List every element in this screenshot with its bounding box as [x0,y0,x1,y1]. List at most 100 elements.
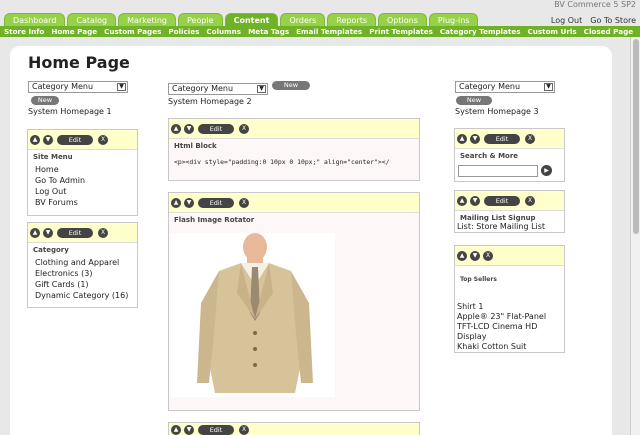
delete-icon[interactable]: X [239,425,249,435]
subnav-store-info[interactable]: Store Info [4,26,44,37]
subnav-email-templates[interactable]: Email Templates [296,26,362,37]
delete-icon[interactable]: X [98,228,108,238]
delete-icon[interactable]: X [525,196,535,206]
delete-icon[interactable]: X [239,124,249,134]
sub-navigation: Store Info Home Page Custom Pages Polici… [0,26,640,37]
html-code: <p><div style="padding:0 10px 0 10px;" a… [174,158,390,166]
block-title: Site Menu [33,153,73,161]
column-2-block-select[interactable]: Category Menu ▼ [168,83,268,95]
column-1-new-button[interactable]: New [31,96,59,105]
mailing-list-block: ▲ ▼ Edit X Mailing List Signup List: Sto… [454,190,565,233]
move-down-icon[interactable]: ▼ [470,196,480,206]
category-link[interactable]: Dynamic Category (16) [28,290,137,301]
top-seller-item[interactable]: Shirt 1 [457,302,562,312]
edit-button[interactable]: Edit [57,228,93,238]
select-value: Category Menu [172,84,234,93]
tab-options[interactable]: Options [378,13,427,26]
tab-reports[interactable]: Reports [327,13,377,26]
move-up-icon[interactable]: ▲ [30,228,40,238]
move-up-icon[interactable]: ▲ [171,198,181,208]
column-2-new-button[interactable]: New [272,81,310,90]
subnav-meta-tags[interactable]: Meta Tags [248,26,289,37]
column-1-label: System Homepage 1 [28,107,112,116]
move-down-icon[interactable]: ▼ [43,228,53,238]
top-seller-item[interactable]: Apple® 23" Flat-Panel [457,312,562,322]
search-input[interactable] [458,165,538,177]
column-3-label: System Homepage 3 [455,107,539,116]
menu-link-forums[interactable]: BV Forums [28,197,137,208]
tab-catalog[interactable]: Catalog [67,13,117,26]
category-link[interactable]: Clothing and Apparel [28,257,137,268]
top-links: Log Out Go To Store [551,16,636,25]
move-down-icon[interactable]: ▼ [43,135,53,145]
move-down-icon[interactable]: ▼ [184,425,194,435]
edit-button[interactable]: Edit [198,124,234,134]
move-up-icon[interactable]: ▲ [30,135,40,145]
subnav-category-templates[interactable]: Category Templates [440,26,521,37]
move-down-icon[interactable]: ▼ [184,198,194,208]
menu-link-admin[interactable]: Go To Admin [28,175,137,186]
go-to-store-link[interactable]: Go To Store [590,16,636,25]
tab-orders[interactable]: Orders [280,13,326,26]
chevron-down-icon: ▼ [544,83,553,91]
image-rotator-block: ▲ ▼ Edit X Flash Image Rotator [168,192,420,411]
edit-button[interactable]: Edit [57,135,93,145]
category-link[interactable]: Gift Cards (1) [28,279,137,290]
delete-icon[interactable]: X [483,251,493,261]
category-block: ▲ ▼ Edit X Category Clothing and Apparel… [27,222,138,308]
move-up-icon[interactable]: ▲ [457,251,467,261]
block-toolbar: ▲ ▼ Edit X [455,191,564,211]
column-3-new-button[interactable]: New [456,96,492,105]
block-title: Category [33,246,69,254]
menu-link-home[interactable]: Home [28,164,137,175]
edit-button[interactable]: Edit [198,425,234,435]
tab-people[interactable]: People [178,13,223,26]
logout-link[interactable]: Log Out [551,16,582,25]
select-value: Category Menu [32,82,94,91]
move-up-icon[interactable]: ▲ [457,196,467,206]
scroll-thumb[interactable] [633,39,639,234]
suit-product-image [171,233,335,397]
move-down-icon[interactable]: ▼ [470,251,480,261]
block-title: Flash Image Rotator [174,216,255,224]
block-toolbar: ▲ ▼ Edit X [28,130,137,150]
top-sellers-block: ▲ ▼ X Top Sellers Shirt 1 Apple® 23" Fla… [454,245,565,353]
block-toolbar: ▲ ▼ Edit X [169,193,419,213]
category-link[interactable]: Electronics (3) [28,268,137,279]
move-down-icon[interactable]: ▼ [470,134,480,144]
tab-marketing[interactable]: Marketing [118,13,177,26]
subnav-columns[interactable]: Columns [206,26,241,37]
delete-icon[interactable]: X [525,134,535,144]
move-up-icon[interactable]: ▲ [457,134,467,144]
top-seller-item[interactable]: Khaki Cotton Suit [457,342,562,352]
vertical-scrollbar[interactable] [630,37,640,435]
move-up-icon[interactable]: ▲ [171,124,181,134]
subnav-print-templates[interactable]: Print Templates [369,26,433,37]
main-tabs: Dashboard Catalog Marketing People Conte… [4,13,479,26]
delete-icon[interactable]: X [98,135,108,145]
move-up-icon[interactable]: ▲ [171,425,181,435]
top-seller-item[interactable]: TFT-LCD Cinema HD Display [457,322,562,342]
subnav-home-page[interactable]: Home Page [51,26,97,37]
subnav-custom-urls[interactable]: Custom Urls [528,26,577,37]
content-panel: Home Page Category Menu ▼ New System Hom… [10,46,612,435]
subnav-closed-page[interactable]: Closed Page [584,26,633,37]
edit-button[interactable]: Edit [484,196,520,206]
search-block: ▲ ▼ Edit X Search & More ▶ [454,128,565,182]
subnav-custom-pages[interactable]: Custom Pages [104,26,161,37]
subnav-policies[interactable]: Policies [168,26,199,37]
column-3-block-select[interactable]: Category Menu ▼ [455,81,555,93]
tab-plugins[interactable]: Plug-ins [428,13,479,26]
block-toolbar: ▲ ▼ Edit X [169,119,419,139]
tab-dashboard[interactable]: Dashboard [4,13,66,26]
move-down-icon[interactable]: ▼ [184,124,194,134]
brand-version: BV Commerce 5 SP2 [554,0,636,9]
edit-button[interactable]: Edit [484,134,520,144]
edit-button[interactable]: Edit [198,198,234,208]
chevron-down-icon: ▼ [117,83,126,91]
search-go-icon[interactable]: ▶ [541,165,552,176]
tab-content[interactable]: Content [224,13,279,26]
column-1-block-select[interactable]: Category Menu ▼ [28,81,128,93]
menu-link-logout[interactable]: Log Out [28,186,137,197]
delete-icon[interactable]: X [239,198,249,208]
